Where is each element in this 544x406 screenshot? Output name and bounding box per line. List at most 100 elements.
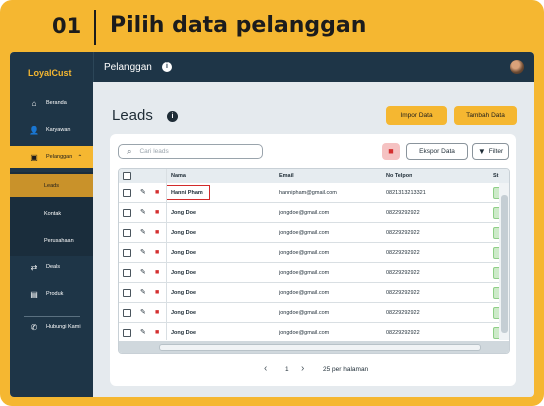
import-button[interactable]: Impor Data bbox=[386, 106, 447, 125]
trash-icon[interactable]: ■ bbox=[155, 263, 159, 283]
table-row[interactable]: ✎ ■ Jong Doe jongdoe@gmail.com 082292929… bbox=[119, 263, 509, 283]
leads-card: ⌕ Cari leads ■ Ekspor Data ▼ Filter Nama… bbox=[110, 134, 516, 386]
export-button[interactable]: Ekspor Data bbox=[406, 143, 468, 160]
cell-name[interactable]: Jong Doe bbox=[171, 243, 196, 263]
row-checkbox[interactable] bbox=[123, 229, 131, 237]
chevron-right-icon[interactable]: › bbox=[301, 363, 304, 374]
sidebar-subitem-leads[interactable]: Leads bbox=[10, 174, 93, 197]
trash-icon[interactable]: ■ bbox=[155, 203, 159, 223]
deals-icon: ⇄ bbox=[30, 262, 38, 272]
step-banner: 01 Pilih data pelanggan bbox=[0, 0, 544, 52]
sidebar-item-label: Hubungi Kami bbox=[46, 324, 81, 330]
table-header: Nama Email No Telpon St bbox=[119, 169, 509, 183]
cell-email: jongdoe@gmail.com bbox=[279, 310, 330, 316]
table-row[interactable]: ✎ ■ Jong Doe jongdoe@gmail.com 082292929… bbox=[119, 303, 509, 323]
edit-icon[interactable]: ✎ bbox=[140, 183, 146, 203]
current-page[interactable]: 1 bbox=[285, 366, 289, 373]
cell-name[interactable]: Jong Doe bbox=[171, 323, 196, 343]
search-input[interactable]: ⌕ Cari leads bbox=[118, 144, 263, 159]
trash-icon[interactable]: ■ bbox=[155, 283, 159, 303]
filter-button[interactable]: ▼ Filter bbox=[472, 143, 509, 160]
cell-email: jongdoe@gmail.com bbox=[279, 230, 330, 236]
sidebar-item-label: Produk bbox=[46, 291, 64, 297]
cell-name[interactable]: Jong Doe bbox=[171, 263, 196, 283]
avatar[interactable] bbox=[510, 60, 524, 74]
add-data-button[interactable]: Tambah Data bbox=[454, 106, 517, 125]
cell-phone: 08229292922 bbox=[386, 330, 420, 336]
table-row[interactable]: ✎ ■ Hanni Pham hannipham@gmail.com 08213… bbox=[119, 183, 509, 203]
horizontal-scroll-thumb[interactable] bbox=[159, 344, 481, 351]
cell-phone: 08229292922 bbox=[386, 290, 420, 296]
row-checkbox[interactable] bbox=[123, 289, 131, 297]
row-checkbox[interactable] bbox=[123, 269, 131, 277]
product-icon: ▤ bbox=[30, 289, 38, 299]
cell-name[interactable]: Jong Doe bbox=[171, 283, 196, 303]
sidebar-item-label: Pelanggan bbox=[46, 154, 73, 160]
row-checkbox[interactable] bbox=[123, 329, 131, 337]
edit-icon[interactable]: ✎ bbox=[140, 303, 146, 323]
column-header-phone[interactable]: No Telpon bbox=[386, 169, 412, 183]
vertical-scroll-thumb[interactable] bbox=[501, 195, 508, 333]
sidebar-item-beranda[interactable]: ⌂ Beranda bbox=[10, 92, 93, 114]
trash-icon[interactable]: ■ bbox=[155, 323, 159, 343]
edit-icon[interactable]: ✎ bbox=[140, 203, 146, 223]
trash-icon: ■ bbox=[388, 146, 394, 156]
cell-email: hannipham@gmail.com bbox=[279, 190, 337, 196]
search-placeholder: Cari leads bbox=[139, 148, 169, 155]
edit-icon[interactable]: ✎ bbox=[140, 223, 146, 243]
trash-icon[interactable]: ■ bbox=[155, 243, 159, 263]
row-checkbox[interactable] bbox=[123, 189, 131, 197]
page-size-select[interactable]: 25 per halaman bbox=[323, 366, 368, 373]
sidebar-item-label: Deals bbox=[46, 264, 61, 270]
edit-icon[interactable]: ✎ bbox=[140, 243, 146, 263]
info-icon[interactable]: i bbox=[167, 111, 178, 122]
table-row[interactable]: ✎ ■ Jong Doe jongdoe@gmail.com 082292929… bbox=[119, 283, 509, 303]
sidebar-subitem-kontak[interactable]: Kontak bbox=[10, 202, 93, 225]
edit-icon[interactable]: ✎ bbox=[140, 323, 146, 343]
sidebar-item-label: Karyawan bbox=[46, 127, 71, 133]
info-icon[interactable]: i bbox=[162, 62, 172, 72]
employee-icon: 👤 bbox=[29, 125, 39, 135]
table-row[interactable]: ✎ ■ Jong Doe jongdoe@gmail.com 082292929… bbox=[119, 243, 509, 263]
step-number: 01 bbox=[52, 14, 82, 38]
selection-highlight bbox=[166, 185, 210, 200]
sidebar-item-deals[interactable]: ⇄ Deals bbox=[10, 256, 93, 278]
cell-phone: 08229292922 bbox=[386, 210, 420, 216]
sidebar-item-produk[interactable]: ▤ Produk bbox=[10, 283, 93, 305]
table-row[interactable]: ✎ ■ Jong Doe jongdoe@gmail.com 082292929… bbox=[119, 223, 509, 243]
sidebar-subitem-label: Leads bbox=[44, 182, 59, 189]
table-row[interactable]: ✎ ■ Jong Doe jongdoe@gmail.com 082292929… bbox=[119, 203, 509, 223]
banner-divider bbox=[94, 10, 96, 45]
column-header-email[interactable]: Email bbox=[279, 169, 294, 183]
cell-name[interactable]: Jong Doe bbox=[171, 203, 196, 223]
filter-label: Filter bbox=[488, 148, 504, 155]
edit-icon[interactable]: ✎ bbox=[140, 283, 146, 303]
row-checkbox[interactable] bbox=[123, 209, 131, 217]
cell-name[interactable]: Jong Doe bbox=[171, 223, 196, 243]
cell-name[interactable]: Jong Doe bbox=[171, 303, 196, 323]
cell-email: jongdoe@gmail.com bbox=[279, 270, 330, 276]
app-logo: LoyalCust bbox=[28, 68, 72, 78]
delete-selected-button[interactable]: ■ bbox=[382, 143, 400, 160]
sidebar-subitem-perusahaan[interactable]: Perusahaan bbox=[10, 229, 93, 252]
column-header-name[interactable]: Nama bbox=[171, 169, 186, 183]
sidebar-item-hubungi-kami[interactable]: ✆ Hubungi Kami bbox=[10, 316, 93, 338]
cell-phone: 08229292922 bbox=[386, 250, 420, 256]
trash-icon[interactable]: ■ bbox=[155, 223, 159, 243]
edit-icon[interactable]: ✎ bbox=[140, 263, 146, 283]
app-screen: LoyalCust ⌂ Beranda 👤 Karyawan ▣ Pelangg… bbox=[10, 52, 534, 397]
column-header-status[interactable]: St bbox=[493, 169, 499, 183]
row-checkbox[interactable] bbox=[123, 249, 131, 257]
table-row[interactable]: ✎ ■ Jong Doe jongdoe@gmail.com 082292929… bbox=[119, 323, 509, 343]
cell-email: jongdoe@gmail.com bbox=[279, 210, 330, 216]
filter-icon: ▼ bbox=[477, 147, 486, 156]
chevron-up-icon: ⌃ bbox=[77, 154, 83, 161]
sidebar-item-karyawan[interactable]: 👤 Karyawan bbox=[10, 119, 93, 141]
row-checkbox[interactable] bbox=[123, 309, 131, 317]
trash-icon[interactable]: ■ bbox=[155, 303, 159, 323]
trash-icon[interactable]: ■ bbox=[155, 183, 159, 203]
leads-table: Nama Email No Telpon St ✎ ■ Hanni Pham h… bbox=[118, 168, 510, 354]
select-all-checkbox[interactable] bbox=[123, 172, 131, 180]
sidebar-item-pelanggan[interactable]: ▣ Pelanggan ⌃ bbox=[10, 146, 93, 168]
chevron-left-icon[interactable]: ‹ bbox=[264, 363, 267, 374]
